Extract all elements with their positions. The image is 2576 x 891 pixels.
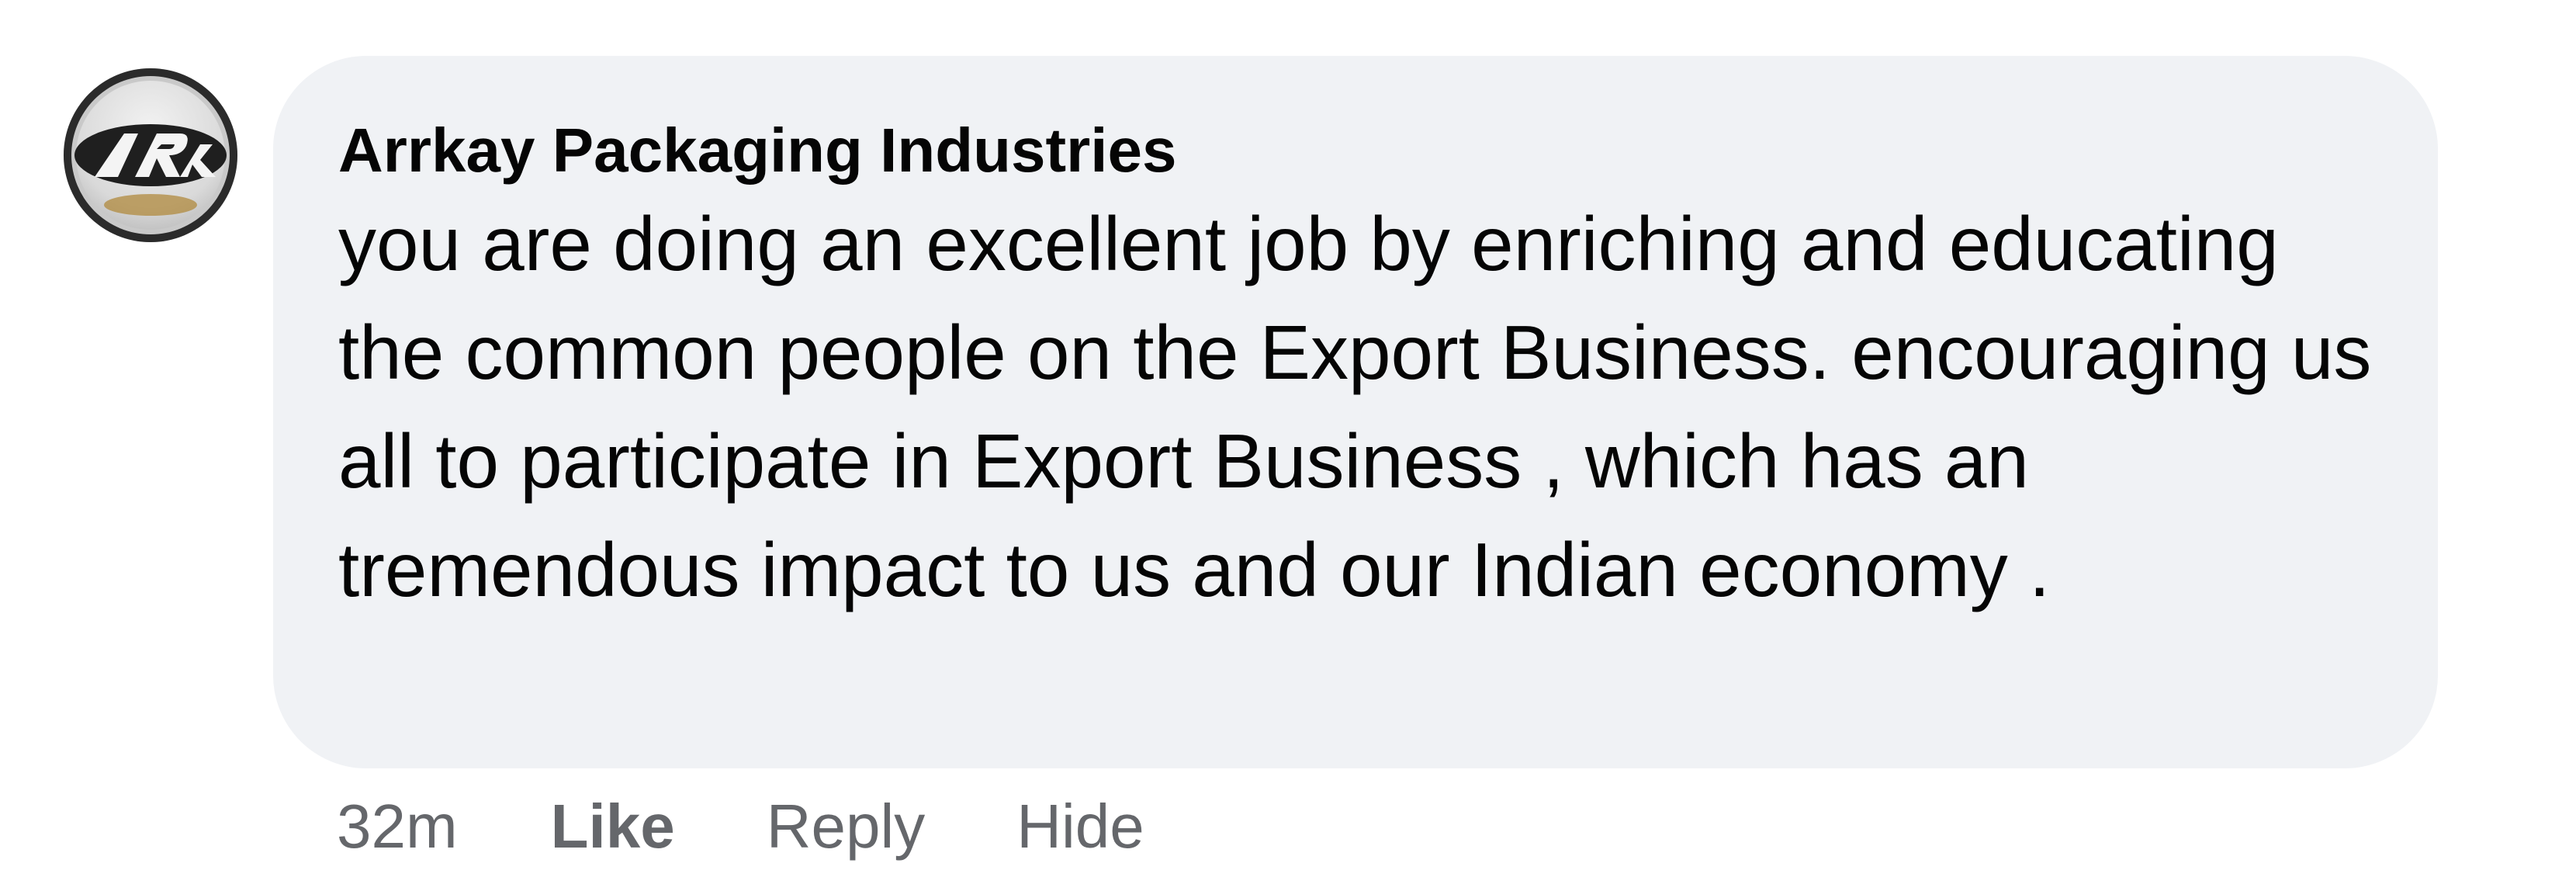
hide-button[interactable]: Hide [1016, 791, 1144, 862]
comment-author[interactable]: Arrkay Packaging Industries [338, 112, 2376, 189]
avatar[interactable] [64, 68, 237, 242]
reply-button[interactable]: Reply [767, 791, 926, 862]
comment-actions: 32m Like Reply Hide [337, 784, 1236, 869]
comment-timestamp[interactable]: 32m [337, 791, 458, 862]
company-logo-icon [74, 124, 227, 216]
like-button[interactable]: Like [551, 791, 675, 862]
comment-text: you are doing an excellent job by enrich… [338, 201, 2372, 612]
comment-bubble: Arrkay Packaging Industries you are doin… [273, 56, 2438, 768]
